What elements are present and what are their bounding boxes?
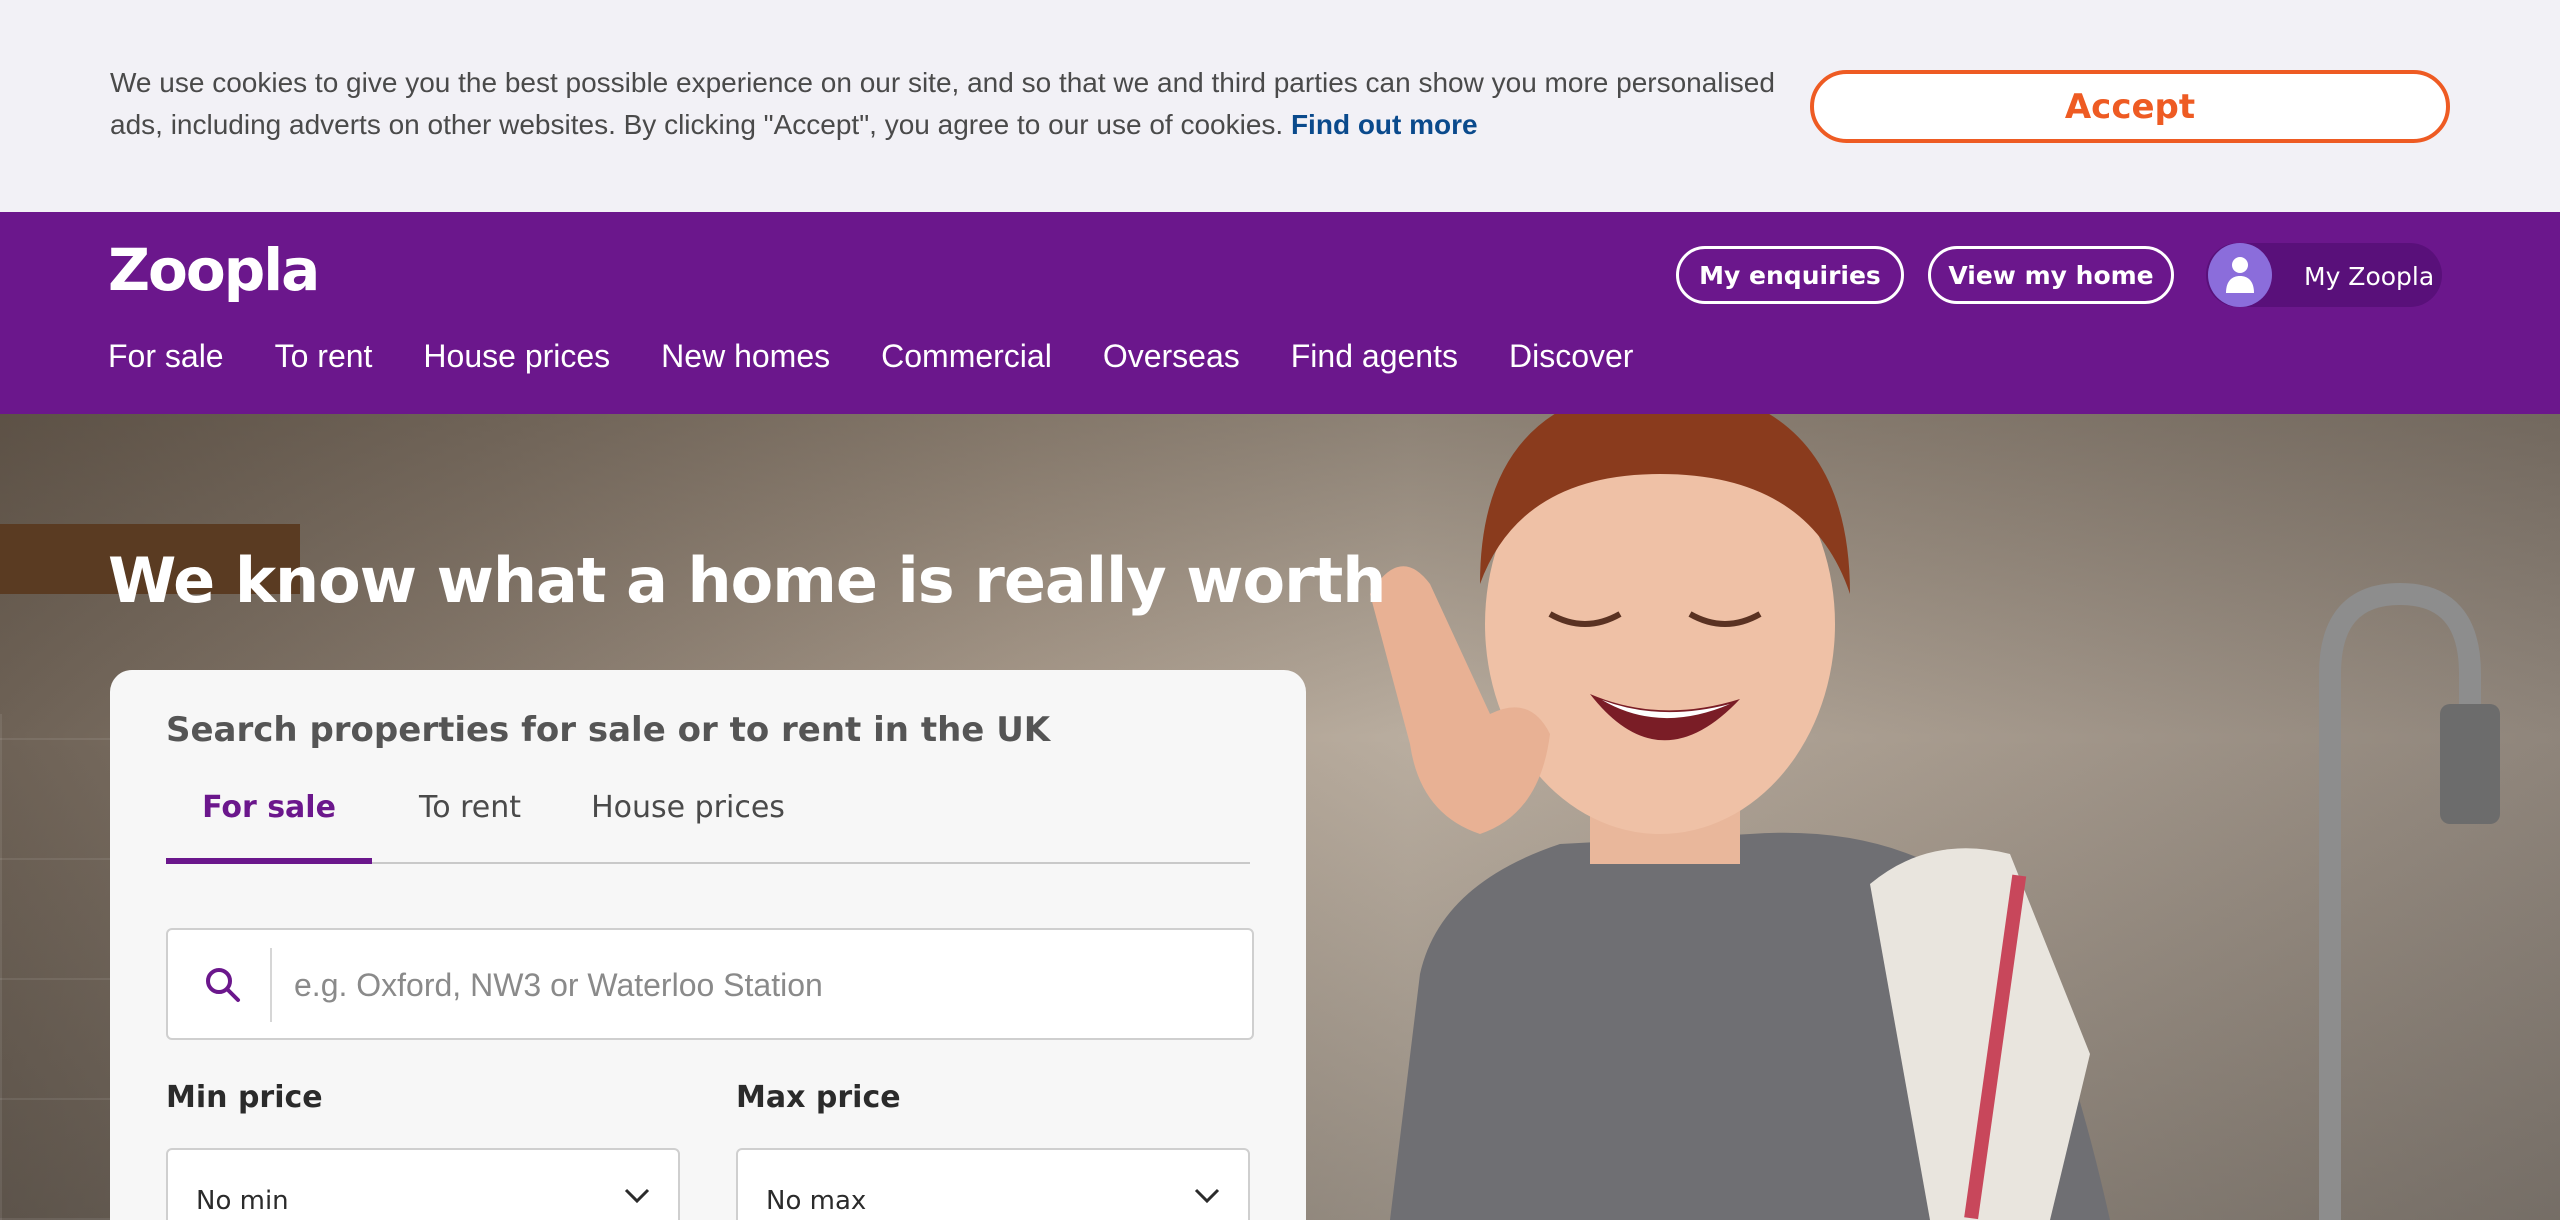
nav-overseas[interactable]: Overseas [1103, 338, 1240, 375]
search-card-heading: Search properties for sale or to rent in… [166, 710, 1051, 750]
site-header: Zoopla My enquiries View my home My Zoop… [0, 212, 2560, 414]
tab-for-sale[interactable]: For sale [166, 788, 372, 864]
min-price-select[interactable]: No min [166, 1148, 680, 1220]
zoopla-logo[interactable]: Zoopla [108, 236, 320, 304]
my-enquiries-button[interactable]: My enquiries [1676, 246, 1904, 304]
tab-house-prices[interactable]: House prices [568, 788, 808, 864]
search-icon[interactable] [204, 966, 242, 1004]
nav-new-homes[interactable]: New homes [661, 338, 830, 375]
nav-house-prices[interactable]: House prices [423, 338, 610, 375]
find-out-more-link[interactable]: Find out more [1291, 109, 1478, 140]
my-zoopla-button[interactable]: My Zoopla [2206, 243, 2442, 307]
tab-to-rent[interactable]: To rent [372, 788, 568, 864]
nav-commercial[interactable]: Commercial [881, 338, 1052, 375]
user-icon [2226, 257, 2254, 293]
nav-to-rent[interactable]: To rent [275, 338, 373, 375]
hero-title: We know what a home is really worth [108, 544, 1386, 617]
avatar [2208, 243, 2272, 307]
search-divider [270, 948, 272, 1022]
cookie-banner: We use cookies to give you the best poss… [0, 0, 2560, 212]
cookie-message: We use cookies to give you the best poss… [110, 62, 1800, 146]
accept-cookies-button[interactable]: Accept [1810, 70, 2450, 143]
view-my-home-button[interactable]: View my home [1928, 246, 2174, 304]
search-card: Search properties for sale or to rent in… [110, 670, 1306, 1220]
chevron-down-icon [1194, 1188, 1220, 1204]
main-nav: For sale To rent House prices New homes … [108, 338, 1684, 375]
hero-photo [1370, 414, 2500, 1220]
search-tabs: For sale To rent House prices [166, 788, 1250, 864]
chevron-down-icon [624, 1188, 650, 1204]
max-price-label: Max price [736, 1080, 901, 1115]
nav-find-agents[interactable]: Find agents [1291, 338, 1458, 375]
cookie-message-text: We use cookies to give you the best poss… [110, 67, 1775, 140]
hero-section: We know what a home is really worth Sear… [0, 414, 2560, 1220]
my-zoopla-label: My Zoopla [2304, 262, 2435, 291]
min-price-label: Min price [166, 1080, 323, 1115]
max-price-select[interactable]: No max [736, 1148, 1250, 1220]
location-search-input[interactable] [294, 950, 1234, 1020]
nav-discover[interactable]: Discover [1509, 338, 1633, 375]
max-price-value: No max [766, 1186, 867, 1216]
location-search-box [166, 928, 1254, 1040]
min-price-value: No min [196, 1186, 289, 1216]
nav-for-sale[interactable]: For sale [108, 338, 224, 375]
